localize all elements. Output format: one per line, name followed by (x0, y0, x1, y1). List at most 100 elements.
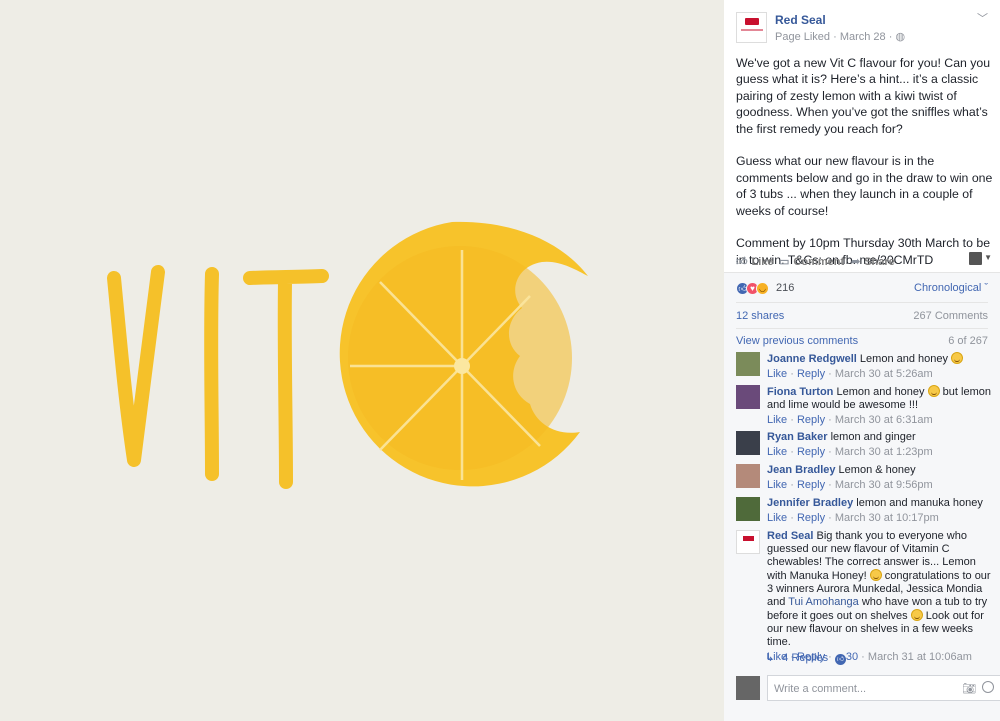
post-meta-text: Page Liked · March 28 · (775, 31, 896, 43)
commenter-avatar[interactable] (736, 385, 760, 409)
comment-footer: Like · Reply · March 30 at 9:56pm (767, 479, 933, 491)
comment-like-link[interactable]: Like (767, 479, 787, 491)
post-paragraph: We've got a new Vit C flavour for you! C… (736, 56, 991, 136)
comment-like-link[interactable]: Like (767, 446, 787, 458)
post-options-chevron-icon[interactable]: ﹀ (977, 10, 988, 26)
view-replies-link[interactable]: ↳ 4 Replies (765, 651, 828, 664)
comment-time[interactable]: March 30 at 10:17pm (835, 512, 939, 524)
like-label: Like (751, 256, 774, 268)
post-photo[interactable] (0, 0, 724, 721)
comment-time[interactable]: March 30 at 9:56pm (835, 479, 933, 491)
reaction-count: 216 (776, 282, 795, 294)
comment-reply-link[interactable]: Reply (797, 479, 825, 491)
commenter-name[interactable]: Jennifer Bradley (767, 497, 853, 509)
comment-text: Lemon & honey (838, 464, 916, 476)
post-paragraph: Guess what our new flavour is in the com… (736, 154, 993, 218)
mentioned-user-link[interactable]: Tui Amohanga (788, 596, 859, 608)
globe-icon: ◍ (895, 31, 906, 43)
comment-count: 267 Comments (913, 310, 988, 322)
comment-body: Red Seal Big thank you to everyone who g… (767, 530, 993, 665)
comment-time[interactable]: March 30 at 5:26am (835, 368, 933, 380)
page-commenter-avatar[interactable] (736, 530, 760, 554)
comment-time[interactable]: March 31 at 10:06am (868, 651, 972, 663)
comment-body: Joanne Redgwell Lemon and honey Like · R… (767, 352, 993, 381)
red-seal-logo-icon (743, 536, 754, 541)
view-previous-comments-link[interactable]: View previous comments (736, 335, 858, 347)
divider (736, 302, 988, 303)
post-actions-bar: 👍︎ Like ▭ Comment ➦ Share ▼ (724, 249, 1000, 273)
comment-text: lemon and ginger (830, 431, 916, 443)
comment-time[interactable]: March 30 at 6:31am (835, 414, 933, 426)
comments-paging-count: 6 of 267 (948, 335, 988, 347)
logo-tagline (741, 29, 763, 31)
comment-footer: Like · Reply · March 30 at 6:31am (767, 414, 933, 426)
comment-like-link[interactable]: Like (767, 368, 787, 380)
comment-icon: ▭ (779, 256, 790, 268)
current-user-avatar (736, 676, 760, 700)
haha-reaction-icon: ◡ (756, 282, 769, 295)
comment-order-dropdown[interactable]: Chronological ˇ (914, 282, 988, 294)
comment-body: Fiona Turton Lemon and honey but lemon a… (767, 385, 993, 427)
post-sidebar: Red Seal Page Liked · March 28 · ◍ ﹀ We'… (724, 0, 1000, 721)
letter-i (204, 267, 219, 481)
comment-text: Lemon and honey (859, 353, 948, 365)
comment-like-link[interactable]: Like (767, 512, 787, 524)
comment-reply-link[interactable]: Reply (797, 446, 825, 458)
laughing-emoji-icon (951, 352, 964, 364)
comment-footer: Like · Reply · March 30 at 1:23pm (767, 446, 933, 458)
comment-footer: Like · Reply · March 30 at 10:17pm (767, 512, 939, 524)
comment-order-label: Chronological (914, 282, 982, 294)
comment-text: lemon and manuka honey (856, 497, 983, 509)
comment-like-link[interactable]: Like (767, 414, 787, 426)
commenter-name[interactable]: Red Seal (767, 530, 813, 542)
page-avatar[interactable] (736, 12, 767, 43)
comment-input[interactable]: Write a comment... 📷︎ (767, 675, 1000, 701)
post-meta: Page Liked · March 28 · ◍ (775, 30, 905, 43)
thumbs-up-icon: 👍︎ (736, 256, 748, 268)
share-label: Share (864, 256, 895, 268)
reply-arrow-icon: ↳ (765, 652, 775, 664)
comments-area: 👍︎ ♥ ◡ 216 Chronological ˇ 12 shares 267… (724, 273, 1000, 721)
shares-link[interactable]: 12 shares (736, 310, 784, 322)
comment-input-placeholder: Write a comment... (774, 683, 867, 695)
camera-icon[interactable]: 📷︎ (962, 682, 976, 695)
commenter-avatar[interactable] (736, 497, 760, 521)
viewer-avatar[interactable] (969, 252, 982, 265)
commenter-name[interactable]: Fiona Turton (767, 386, 833, 398)
smiling-emoji-icon (927, 385, 940, 397)
like-reaction-icon: 👍︎ (834, 654, 846, 665)
comment-button[interactable]: ▭ Comment (779, 255, 844, 268)
vit-c-lemon-illustration (0, 0, 724, 721)
red-seal-logo-icon (745, 18, 759, 25)
emoji-picker-icon[interactable] (982, 681, 994, 693)
comment-body: Ryan Baker lemon and ginger Like · Reply… (767, 431, 993, 459)
comment-reply-link[interactable]: Reply (797, 368, 825, 380)
comment-time[interactable]: March 30 at 1:23pm (835, 446, 933, 458)
share-arrow-icon: ➦ (851, 256, 861, 268)
commenter-name[interactable]: Ryan Baker (767, 431, 828, 443)
comment-reply-link[interactable]: Reply (797, 414, 825, 426)
post-header: Red Seal Page Liked · March 28 · ◍ ﹀ (724, 0, 1000, 52)
commenter-avatar[interactable] (736, 352, 760, 376)
comment-body: Jennifer Bradley lemon and manuka honey … (767, 497, 993, 525)
like-button[interactable]: 👍︎ Like (736, 255, 774, 268)
page-name-link[interactable]: Red Seal (775, 13, 826, 27)
divider (736, 328, 988, 329)
share-button[interactable]: ➦ Share (851, 255, 895, 268)
comment-likes-count[interactable]: 30 (846, 651, 858, 663)
comment-label: Comment (793, 256, 845, 268)
commenter-name[interactable]: Jean Bradley (767, 464, 835, 476)
comment-reply-link[interactable]: Reply (797, 512, 825, 524)
order-chevron-icon: ˇ (984, 282, 988, 294)
comment-footer: Like · Reply · March 30 at 5:26am (767, 368, 933, 380)
commenter-avatar[interactable] (736, 464, 760, 488)
comment-body: Jean Bradley Lemon & honey Like · Reply … (767, 464, 993, 492)
commenter-name[interactable]: Joanne Redgwell (767, 353, 857, 365)
smiling-emoji-icon (869, 569, 882, 581)
laughing-emoji-icon (910, 609, 923, 621)
viewer-chevron-icon[interactable]: ▼ (984, 253, 992, 262)
replies-label: 4 Replies (782, 652, 829, 664)
commenter-avatar[interactable] (736, 431, 760, 455)
write-comment-row: Write a comment... 📷︎ (736, 675, 1000, 701)
comment-text: Lemon and honey (836, 386, 925, 398)
